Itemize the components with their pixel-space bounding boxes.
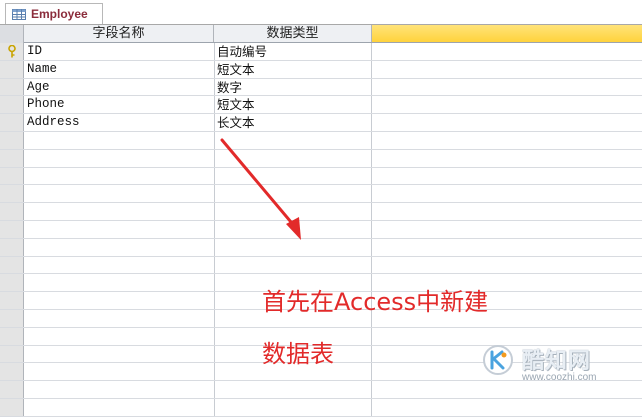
annotation-text-line2: 数据表: [262, 340, 334, 368]
annotation-text-line1: 首先在Access中新建: [262, 288, 489, 316]
watermark-brand: 酷知网: [522, 349, 592, 374]
site-watermark: 酷知网 www.coozhi.com: [470, 330, 642, 416]
watermark-logo-icon: [483, 345, 513, 375]
watermark-url: www.coozhi.com: [522, 372, 597, 383]
